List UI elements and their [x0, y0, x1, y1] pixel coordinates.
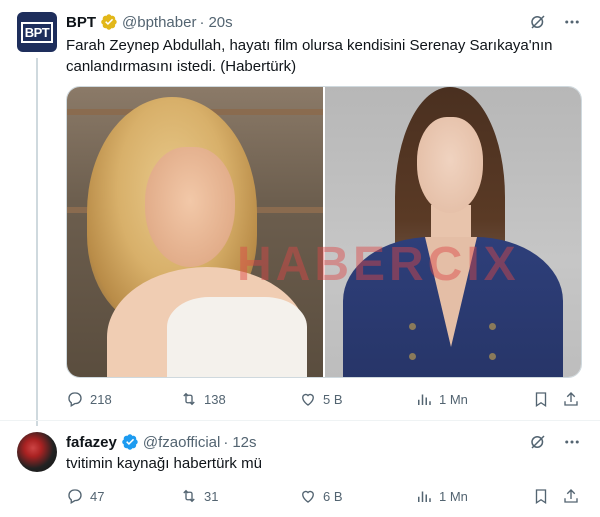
action-bar: 47 31 6 B 1 Mn — [66, 486, 586, 506]
bookmark-button[interactable] — [532, 486, 550, 506]
views-button[interactable]: 1 Mn — [415, 486, 468, 506]
gold-verified-icon[interactable] — [100, 13, 118, 31]
face — [145, 147, 235, 267]
like-button[interactable]: 5 B — [299, 389, 343, 409]
separator-dot: · — [199, 13, 205, 31]
author-name[interactable]: fafazey — [66, 434, 117, 451]
view-count: 1 Mn — [439, 488, 468, 504]
media-watermark: HABERCIX — [237, 238, 520, 291]
like-count: 5 B — [323, 391, 343, 407]
tweet-bpthaber[interactable]: BPT BPT @bpthaber · 20s Farah Zeynep Abd… — [0, 0, 600, 426]
retweet-icon — [183, 489, 195, 503]
reply-icon — [68, 392, 82, 407]
blue-verified-icon[interactable] — [121, 433, 139, 451]
share-icon — [564, 392, 578, 406]
face — [417, 117, 483, 213]
tweet-text: Farah Zeynep Abdullah, hayatı film olurs… — [66, 37, 553, 75]
reply-icon — [68, 489, 82, 504]
reply-count: 47 — [90, 488, 105, 504]
tweet-fzaofficial[interactable]: fafazey @fzaofficial · 12s tvitimin kayn… — [0, 420, 600, 517]
share-button[interactable] — [562, 389, 580, 409]
retweet-button[interactable]: 138 — [180, 389, 226, 409]
bookmark-icon — [535, 489, 547, 505]
photo-serenay[interactable] — [323, 87, 581, 377]
retweet-count: 138 — [204, 391, 226, 407]
action-bar: 218 138 5 B 1 Mn — [66, 389, 586, 409]
photo-farah-zeynep[interactable] — [67, 87, 323, 377]
thread-line — [36, 58, 38, 426]
jacket-button — [489, 323, 496, 330]
jacket-button — [409, 353, 416, 360]
view-count: 1 Mn — [439, 391, 468, 407]
grok-icon[interactable] — [528, 432, 548, 452]
like-count: 6 B — [323, 488, 343, 504]
like-button[interactable]: 6 B — [299, 486, 343, 506]
avatar[interactable] — [17, 432, 57, 472]
reply-button[interactable]: 218 — [66, 389, 112, 409]
retweet-icon — [183, 392, 195, 406]
jacket-button — [409, 323, 416, 330]
more-icon[interactable] — [562, 432, 582, 452]
share-button[interactable] — [562, 486, 580, 506]
separator-dot: · — [223, 433, 229, 451]
views-button[interactable]: 1 Mn — [415, 389, 468, 409]
share-icon — [564, 489, 578, 503]
author-handle[interactable]: @bpthaber — [122, 14, 196, 31]
avatar-logo-text: BPT — [20, 21, 54, 43]
avatar[interactable]: BPT — [17, 12, 57, 52]
retweet-count: 31 — [204, 488, 219, 504]
tweet-top-actions — [528, 432, 582, 452]
grok-icon[interactable] — [528, 12, 548, 32]
timestamp[interactable]: 20s — [208, 14, 232, 31]
bookmark-button[interactable] — [532, 389, 550, 409]
reply-button[interactable]: 47 — [66, 486, 104, 506]
retweet-button[interactable]: 31 — [180, 486, 218, 506]
jacket-button — [489, 353, 496, 360]
white-top — [167, 297, 307, 377]
like-icon — [302, 393, 314, 406]
reply-count: 218 — [90, 391, 112, 407]
tweet-header: BPT @bpthaber · 20s — [66, 12, 233, 32]
like-icon — [302, 490, 314, 503]
more-icon[interactable] — [562, 12, 582, 32]
tweet-media[interactable]: HABERCIX — [66, 86, 582, 378]
author-handle[interactable]: @fzaofficial — [143, 434, 220, 451]
bookmark-icon — [535, 392, 547, 408]
views-icon — [418, 394, 431, 405]
timestamp[interactable]: 12s — [232, 434, 256, 451]
tweet-text: tvitimin kaynağı habertürk mü — [66, 455, 262, 472]
tweet-header: fafazey @fzaofficial · 12s — [66, 432, 257, 452]
tweet-top-actions — [528, 12, 582, 32]
views-icon — [418, 491, 431, 502]
author-name[interactable]: BPT — [66, 14, 96, 31]
